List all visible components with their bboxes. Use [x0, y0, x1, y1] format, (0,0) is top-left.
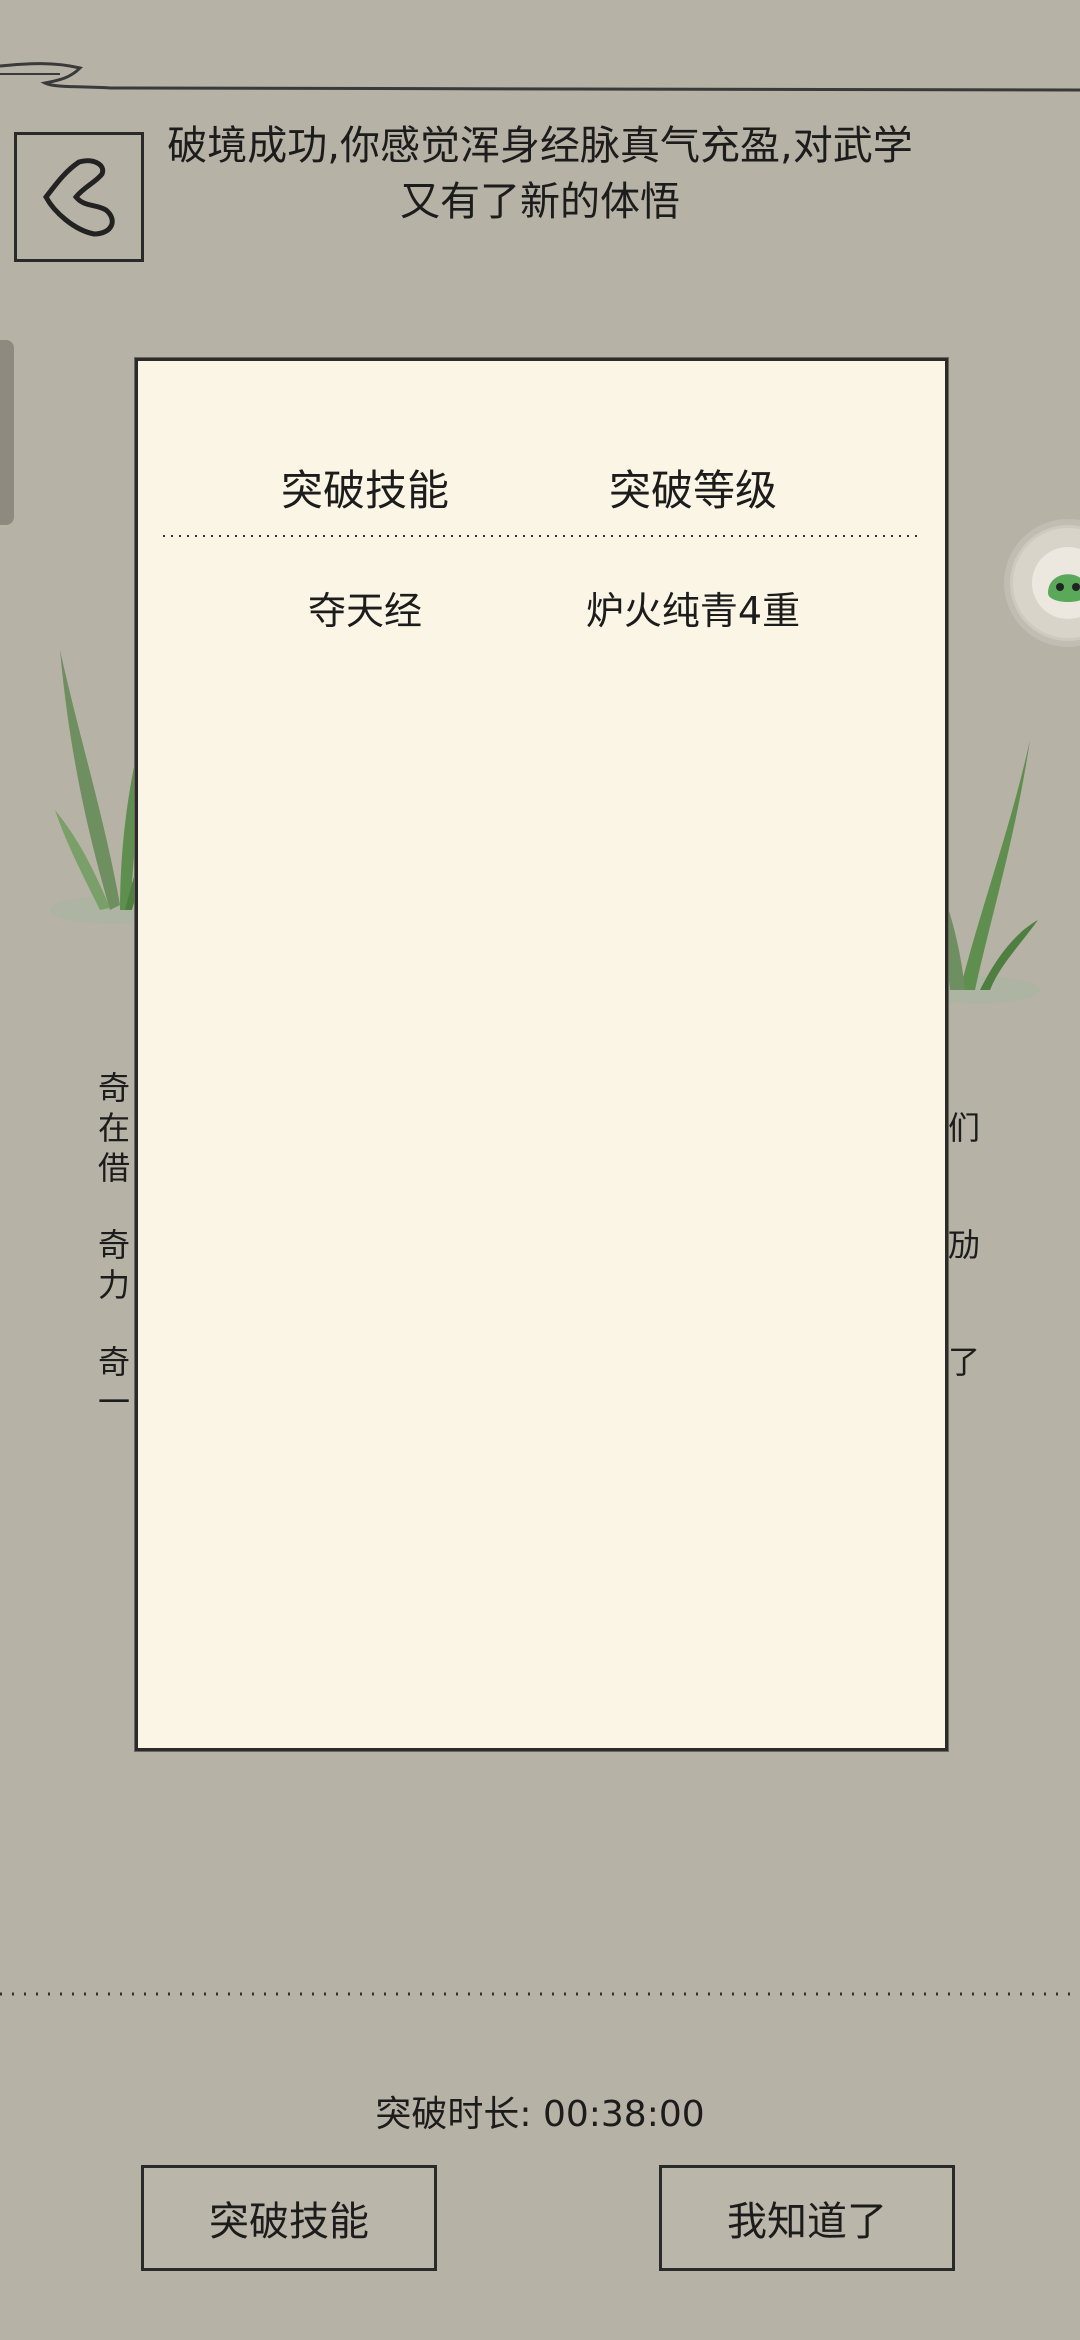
- background-text-fragment: 了: [948, 1343, 981, 1381]
- dialog-table-header: 突破技能 突破等级: [138, 451, 945, 531]
- duration-value: 00:38:00: [542, 2094, 705, 2135]
- breakthrough-result-dialog: 突破技能 突破等级 夺天经 炉火纯青4重: [135, 358, 948, 1751]
- dotted-divider-bottom: [0, 1992, 1080, 1996]
- header-message: 破境成功,你感觉浑身经脉真气充盈,对武学又有了新的体悟: [167, 123, 913, 225]
- background-text-fragment: 劢: [948, 1226, 981, 1264]
- back-button[interactable]: [14, 132, 144, 262]
- spirit-face-icon: [1032, 547, 1080, 619]
- brush-stroke-decoration: [0, 62, 1080, 92]
- floating-spirit-button[interactable]: [1010, 525, 1080, 641]
- acknowledge-button-label: 我知道了: [727, 2199, 887, 2245]
- breakthrough-skill-button[interactable]: 突破技能: [141, 2165, 437, 2271]
- background-text-fragment: 们: [948, 1109, 981, 1147]
- duration-label: 突破时长:: [375, 2094, 532, 2135]
- column-header-skill: 突破技能: [280, 466, 449, 515]
- background-text-fragment: 奇一: [98, 1343, 131, 1421]
- acknowledge-button[interactable]: 我知道了: [659, 2165, 955, 2271]
- table-row: 夺天经 炉火纯青4重: [138, 571, 945, 651]
- column-header-level: 突破等级: [608, 466, 777, 515]
- skill-cell: 夺天经: [307, 589, 422, 633]
- background-text-fragment: 奇在借: [98, 1069, 131, 1187]
- background-text-fragment: 奇力: [98, 1226, 131, 1304]
- back-chevron-icon: [43, 158, 115, 237]
- level-cell: 炉火纯青4重: [585, 589, 801, 633]
- breakthrough-duration: 突破时长: 00:38:00: [0, 2085, 1080, 2145]
- breakthrough-skill-button-label: 突破技能: [209, 2199, 369, 2245]
- side-drawer-handle[interactable]: [0, 340, 14, 525]
- dotted-divider: [163, 535, 923, 537]
